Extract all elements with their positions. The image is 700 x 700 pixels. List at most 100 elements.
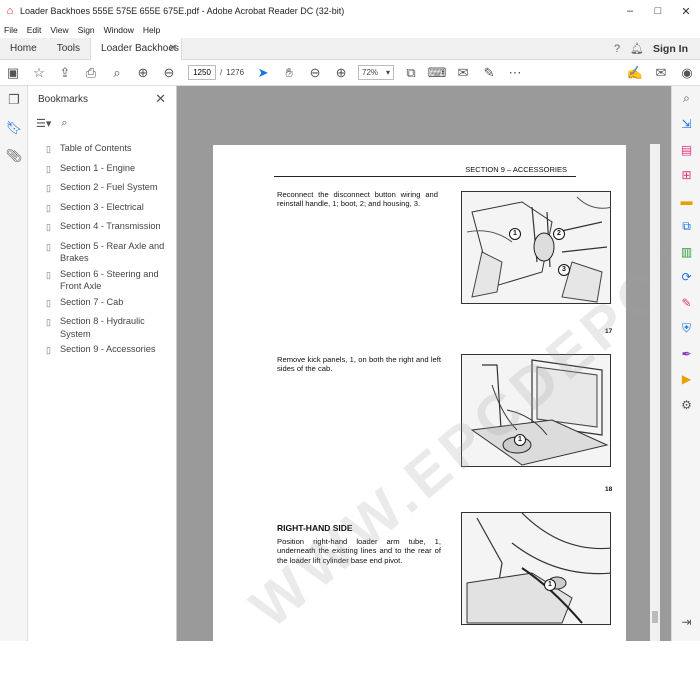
zoom-out-icon[interactable]: ⊖ [302,62,328,84]
menu-view[interactable]: View [50,25,68,35]
callout-2: 2 [553,228,565,240]
figure-18: 1 [461,354,611,467]
bookmark-item[interactable]: ▯ Section 5 - Rear Axle and Brakes [28,240,176,268]
page-down-icon[interactable]: ⊖ [156,62,182,84]
scrollbar-thumb[interactable] [652,611,658,623]
bookmark-flag-icon: ▯ [46,202,51,213]
page-up-icon[interactable]: ⊕ [130,62,156,84]
bookmark-item[interactable]: ▯ Section 6 - Steering and Front Axle [28,268,176,296]
highlight-pen-icon[interactable]: ✎ [476,62,502,84]
bookmarks-panel: Bookmarks ✕ ☰▾ ⌕ ▯ Table of Contents ▯ Sec… [28,86,177,641]
toolbar: ▣ ☆ ⇪ ⎙ ⌕ ⊕ ⊖ / 1276 ➤ ✋︎ ⊖ ⊕ 72% ▾ ⧉ ⌨ ✉… [0,60,700,86]
disconnect-button-illustration [462,192,610,303]
bookmark-item[interactable]: ▯ Section 9 - Accessories [28,343,176,363]
close-tab-icon[interactable]: ✕ [169,38,177,60]
maximize-button[interactable]: □ [644,5,672,17]
paragraph-2: Remove kick panels, 1, on both the right… [277,355,441,374]
bell-icon[interactable]: 🔔︎ [627,42,647,55]
bookmark-flag-icon: ▯ [46,345,51,355]
export-pdf-icon[interactable]: ⇲ [672,112,700,138]
callout-kick-panel: 1 [514,434,526,446]
save-icon[interactable]: ▣ [0,62,26,84]
comment-tool-icon[interactable]: ▬ [672,188,700,214]
page-separator: / [220,68,223,77]
page-number-input[interactable] [188,65,216,80]
tab-tools[interactable]: Tools [47,38,90,60]
send-icon[interactable]: ▶ [672,367,700,393]
organize-pages-icon[interactable]: ▥ [672,239,700,265]
bookmark-flag-icon: ▯ [46,163,51,174]
right-tools-rail: ⌕ ⇲ ▤ ⊞ ▬ ⧉ ▥ ⟳ ✎ ⛨ ✒ ▶ ⚙ ⇥ [671,86,700,641]
bookmark-item[interactable]: ▯ Section 2 - Fuel System [28,181,176,201]
acrobat-icon: ⌂ [6,5,14,17]
page-navigator: / 1276 [188,65,244,80]
minimize-button[interactable]: – [616,5,644,17]
section-header: SECTION 9 – ACCESSORIES [465,165,567,174]
tools-more-icon[interactable]: ⚙ [672,392,700,418]
menu-window[interactable]: Window [104,25,134,35]
bookmark-item[interactable]: ▯ Section 7 - Cab [28,296,176,316]
sign-in-button[interactable]: Sign In [647,43,700,55]
edit-pdf-icon[interactable]: ▤ [672,137,700,163]
menu-bar: File Edit View Sign Window Help [0,22,700,38]
document-canvas[interactable]: SECTION 9 – ACCESSORIES Reconnect the di… [177,86,671,641]
zoom-search-icon[interactable]: ⌕ [672,86,700,112]
keyboard-icon[interactable]: ⌨ [424,62,450,84]
create-pdf-icon[interactable]: ⊞ [672,163,700,189]
callout-arm-tube: 1 [544,579,556,591]
find-bookmark-icon[interactable]: ⌕ [61,117,67,130]
bookmark-item[interactable]: ▯ Section 8 - Hydraulic System [28,315,176,343]
zoom-select[interactable]: 72% ▾ [358,65,395,80]
window-title: Loader Backhoes 555E 575E 655E 675E.pdf … [20,6,345,16]
zoom-in-icon[interactable]: ⊕ [328,62,354,84]
tab-document[interactable]: Loader Backhoes 5...✕ [90,37,183,60]
bookmark-item[interactable]: ▯ Table of Contents [28,142,176,162]
bookmark-flag-icon: ▯ [46,241,51,252]
protect-icon[interactable]: ⛨ [672,316,700,342]
options-menu-icon[interactable]: ☰▾ [36,117,51,130]
mail-icon[interactable]: ✉ [648,62,674,84]
comment-icon[interactable]: ✉ [450,62,476,84]
close-panel-icon[interactable]: ✕ [155,91,166,107]
fill-and-sign-icon[interactable]: ✎ [672,290,700,316]
menu-file[interactable]: File [4,25,18,35]
menu-help[interactable]: Help [143,25,160,35]
callout-3: 3 [558,264,570,276]
vertical-scrollbar[interactable] [650,144,660,641]
sign-pen-icon[interactable]: ✒ [672,341,700,367]
pages-thumbnail-icon[interactable]: ❐ [0,86,28,114]
select-cursor-icon[interactable]: ➤ [250,62,276,84]
bookmark-flag-icon: ▯ [46,269,51,280]
close-window-button[interactable]: ✕ [672,5,700,18]
menu-edit[interactable]: Edit [27,25,42,35]
bookmark-item[interactable]: ▯ Section 1 - Engine [28,162,176,182]
star-icon[interactable]: ☆ [26,62,52,84]
bookmarks-title: Bookmarks [38,93,89,105]
bookmark-item[interactable]: ▯ Section 3 - Electrical [28,201,176,221]
menu-sign[interactable]: Sign [78,25,95,35]
collapse-panel-icon[interactable]: ⇥ [672,610,700,636]
more-icon[interactable]: ⋯ [502,62,528,84]
bookmark-item[interactable]: ▯ Section 4 - Transmission [28,220,176,240]
bookmark-icon[interactable]: 🔖︎ [0,114,28,142]
figure-number-18: 18 [605,486,613,493]
right-hand-side-heading: RIGHT-HAND SIDE [277,523,353,533]
tab-home[interactable]: Home [0,38,47,60]
figure-number-17: 17 [605,328,613,335]
pdf-page: SECTION 9 – ACCESSORIES Reconnect the di… [213,117,671,641]
left-navigation-rail: ❐ 🔖︎ 📎︎ [0,86,28,641]
scan-icon[interactable]: ⟳ [672,265,700,291]
attachment-icon[interactable]: 📎︎ [0,142,28,170]
help-icon[interactable]: ? [607,43,627,55]
page-fit-icon[interactable]: ⧉ [398,62,424,84]
fill-sign-icon[interactable]: ✍ [622,62,648,84]
figure-17: 1 2 3 [461,191,611,304]
upload-icon[interactable]: ⇪ [52,62,78,84]
paragraph-1: Reconnect the disconnect button wiring a… [277,190,438,209]
print-icon[interactable]: ⎙ [78,62,104,84]
account-icon[interactable]: ◉ [674,62,700,84]
search-icon[interactable]: ⌕ [104,62,130,84]
bookmark-flag-icon: ▯ [46,144,51,154]
hand-icon[interactable]: ✋︎ [276,62,302,84]
combine-files-icon[interactable]: ⧉ [672,214,700,240]
